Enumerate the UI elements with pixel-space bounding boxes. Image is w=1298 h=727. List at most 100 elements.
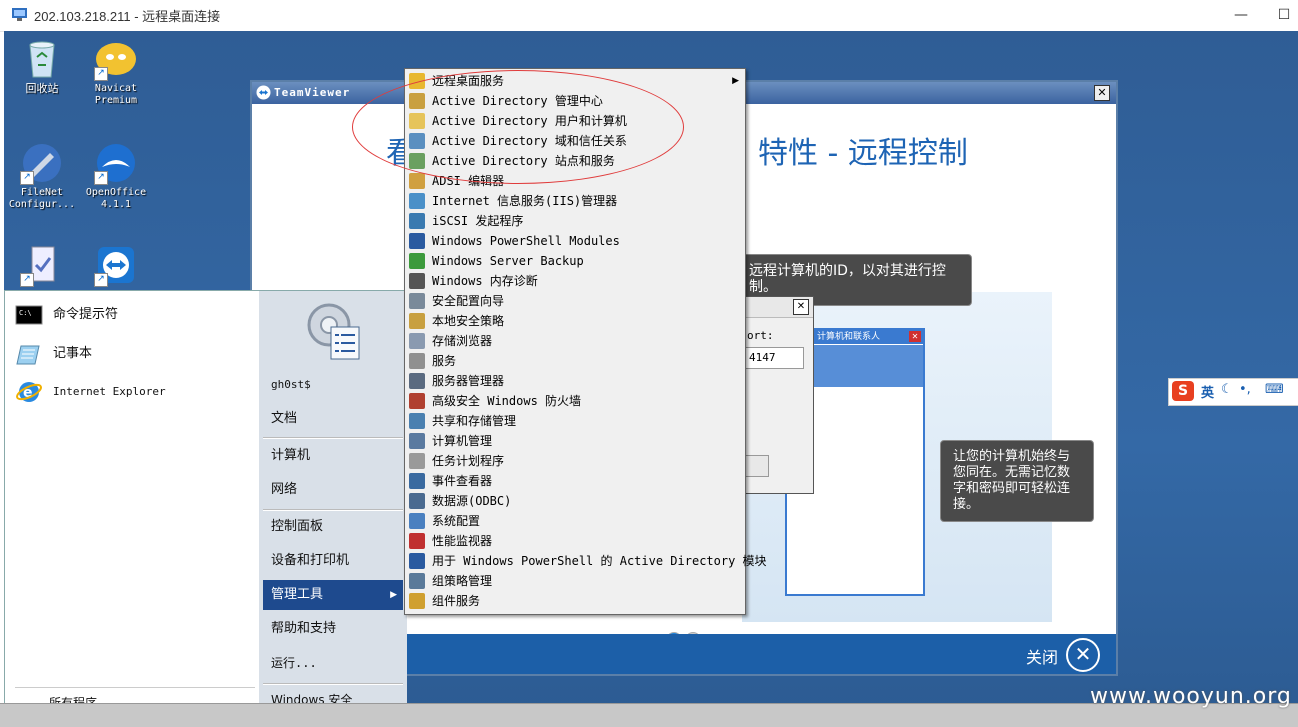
admin-tool-item[interactable]: Windows Server Backup: [405, 251, 745, 271]
admin-tool-label: Windows PowerShell Modules: [432, 234, 620, 248]
admin-tool-label: 事件查看器: [432, 474, 493, 488]
submenu-arrow-icon: ▶: [732, 76, 739, 86]
iis-icon: [409, 193, 425, 209]
admin-tool-label: iSCSI 发起程序: [432, 214, 524, 228]
desktop-icon-recycle-bin[interactable]: 回收站: [4, 37, 80, 95]
admin-tool-label: 服务: [432, 354, 457, 368]
start-documents[interactable]: 文档: [263, 408, 403, 430]
admin-tool-item[interactable]: 数据源(ODBC): [405, 491, 745, 511]
shortcut-arrow-icon: ↗: [20, 273, 34, 287]
admin-tool-item[interactable]: 组策略管理: [405, 571, 745, 591]
start-user[interactable]: gh0st$: [263, 374, 403, 396]
adsi-edit-icon: [409, 173, 425, 189]
start-run[interactable]: 运行...: [263, 652, 403, 674]
local-security-policy-icon: [409, 313, 425, 329]
event-viewer-icon: [409, 473, 425, 489]
openoffice-icon: ↗: [94, 141, 138, 185]
admin-tool-label: 高级安全 Windows 防火墙: [432, 394, 582, 408]
admin-tool-label: 存储浏览器: [432, 334, 493, 348]
ie-icon: e: [16, 382, 42, 402]
computer-management-icon: [409, 433, 425, 449]
admin-tool-label: 服务器管理器: [432, 374, 505, 388]
filenet-icon: ↗: [20, 141, 64, 185]
ime-language-toggle[interactable]: 英: [1201, 382, 1214, 401]
cmd-icon: C:\: [15, 305, 43, 325]
start-network[interactable]: 网络: [263, 479, 403, 501]
task-scheduler-icon: [409, 453, 425, 469]
admin-tool-item[interactable]: 共享和存储管理: [405, 411, 745, 431]
teamviewer-close-button[interactable]: ✕: [1094, 85, 1110, 101]
admin-tool-item[interactable]: 计算机管理: [405, 431, 745, 451]
admin-tool-label: 性能监视器: [432, 534, 493, 548]
share-storage-icon: [409, 413, 425, 429]
start-computer[interactable]: 计算机: [263, 445, 403, 467]
admin-tool-item[interactable]: 用于 Windows PowerShell 的 Active Directory…: [405, 551, 767, 571]
start-control-panel[interactable]: 控制面板: [263, 516, 403, 538]
admin-tool-item[interactable]: 服务: [405, 351, 745, 371]
start-help[interactable]: 帮助和支持: [263, 618, 403, 640]
desktop-icon-generic[interactable]: ↗: [4, 243, 80, 289]
admin-tool-item[interactable]: 高级安全 Windows 防火墙: [405, 391, 745, 411]
admin-tool-label: 系统配置: [432, 514, 481, 528]
desktop-icon-teamviewer[interactable]: ↗: [78, 243, 154, 289]
callout-top-text: 远程计算机的ID，以对其进行控制。: [749, 263, 946, 295]
start-devices-printers[interactable]: 设备和打印机: [263, 550, 403, 572]
start-admin-tools[interactable]: 管理工具 ▶: [263, 580, 403, 610]
desktop-icon-openoffice[interactable]: ↗ OpenOffice 4.1.1: [78, 141, 154, 211]
performance-monitor-icon: [409, 533, 425, 549]
admin-tool-item[interactable]: 任务计划程序: [405, 451, 745, 471]
admin-tool-item[interactable]: 服务器管理器: [405, 371, 745, 391]
admin-tool-item[interactable]: 存储浏览器: [405, 331, 745, 351]
shortcut-arrow-icon: ↗: [94, 171, 108, 185]
sogou-icon[interactable]: S: [1172, 381, 1194, 401]
contacts-close-icon: ✕: [909, 331, 921, 342]
ad-powershell-icon: [409, 553, 425, 569]
dialog-button[interactable]: [745, 455, 769, 477]
shortcut-arrow-icon: ↗: [94, 273, 108, 287]
minimize-button[interactable]: —: [1229, 4, 1253, 26]
desktop-icon-filenet[interactable]: ↗ FileNet Configur...: [4, 141, 80, 211]
admin-tool-item[interactable]: 本地安全策略: [405, 311, 745, 331]
teamviewer-icon: [256, 85, 271, 100]
document-check-icon: ↗: [20, 243, 64, 287]
moon-icon[interactable]: ☾: [1221, 382, 1233, 397]
admin-tool-item[interactable]: Windows 内存诊断: [405, 271, 745, 291]
admin-tool-item[interactable]: 系统配置: [405, 511, 745, 531]
component-services-icon: [409, 593, 425, 609]
system-config-icon: [409, 513, 425, 529]
admin-tool-label: 本地安全策略: [432, 314, 505, 328]
keyboard-icon[interactable]: ⌨: [1265, 382, 1284, 397]
iscsi-icon: [409, 213, 425, 229]
admin-tool-item[interactable]: 组件服务: [405, 591, 745, 611]
notepad-icon: [16, 345, 40, 365]
admin-tool-item[interactable]: Windows PowerShell Modules: [405, 231, 745, 251]
punctuation-icon[interactable]: •,: [1239, 382, 1251, 397]
server-manager-icon: [409, 373, 425, 389]
window-title: 202.103.218.211 - 远程桌面连接: [34, 9, 221, 24]
admin-tool-item[interactable]: Internet 信息服务(IIS)管理器: [405, 191, 745, 211]
close-label[interactable]: 关闭: [1026, 644, 1058, 668]
connection-dialog: ✕ ort: 4147: [744, 296, 814, 494]
odbc-icon: [409, 493, 425, 509]
recycle-bin-icon: [20, 37, 64, 81]
start-menu-left: C:\ 命令提示符 记事本 e Internet Explorer 所有程序: [4, 290, 261, 712]
memory-diagnostic-icon: [409, 273, 425, 289]
admin-tool-label: 共享和存储管理: [432, 414, 517, 428]
admin-tool-item[interactable]: 性能监视器: [405, 531, 745, 551]
remote-desktop-icon: [12, 8, 27, 21]
dialog-port-input[interactable]: 4147: [745, 347, 804, 369]
close-circle-icon[interactable]: ✕: [1066, 638, 1100, 672]
admin-tools-large-icon: [307, 303, 360, 360]
admin-tool-label: 用于 Windows PowerShell 的 Active Directory…: [432, 554, 767, 568]
submenu-arrow-icon: ▶: [390, 590, 397, 600]
dialog-close-button[interactable]: ✕: [793, 299, 809, 315]
annotation-ellipse: [352, 70, 684, 184]
admin-tool-item[interactable]: 事件查看器: [405, 471, 745, 491]
services-icon: [409, 353, 425, 369]
admin-tool-label: Windows 内存诊断: [432, 274, 538, 288]
admin-tool-item[interactable]: 安全配置向导: [405, 291, 745, 311]
admin-tool-label: Internet 信息服务(IIS)管理器: [432, 194, 618, 208]
maximize-button[interactable]: ☐: [1272, 4, 1296, 26]
desktop-icon-navicat[interactable]: ↗ Navicat Premium: [78, 37, 154, 107]
admin-tool-item[interactable]: iSCSI 发起程序: [405, 211, 745, 231]
